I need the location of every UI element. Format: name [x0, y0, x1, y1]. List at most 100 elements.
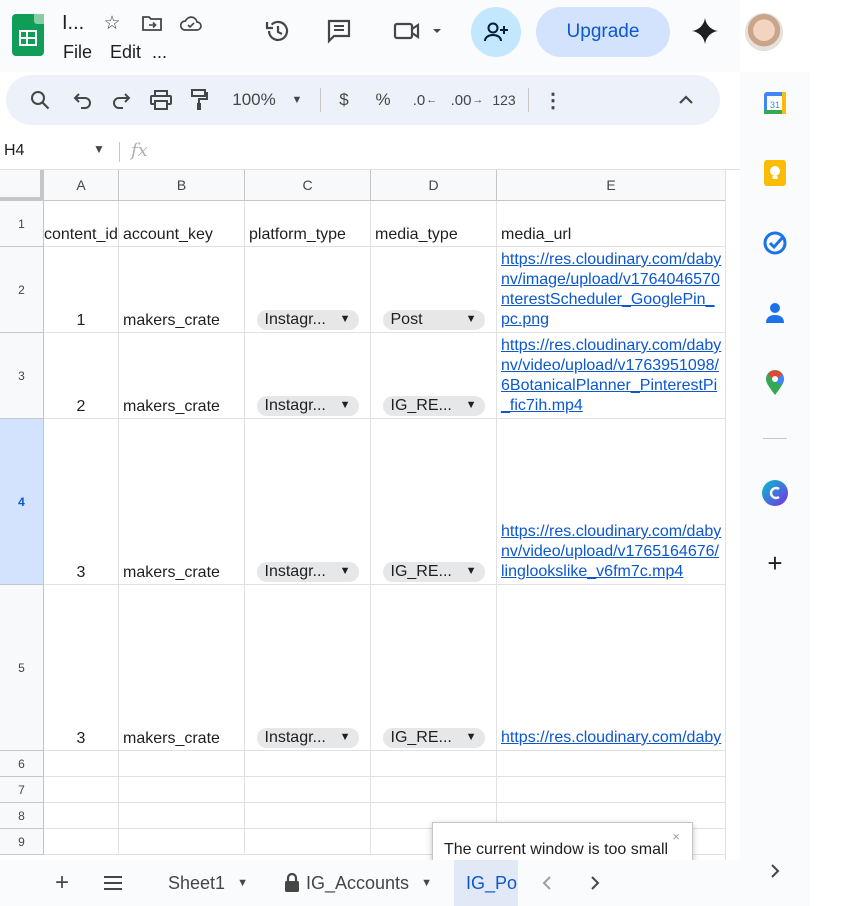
table-cell[interactable]: makers_crate: [119, 419, 245, 585]
get-add-ons-plus-icon[interactable]: +: [762, 548, 788, 578]
row-header-5[interactable]: 5: [0, 585, 44, 751]
table-cell[interactable]: IG_RE... ▼: [371, 333, 497, 419]
row-header-6[interactable]: 6: [0, 751, 44, 777]
tasks-icon[interactable]: [762, 230, 788, 256]
table-cell[interactable]: 3: [44, 585, 119, 751]
platform-dropdown-chip[interactable]: Instagr... ▼: [256, 728, 359, 748]
row-header-4[interactable]: 4: [0, 419, 44, 585]
table-cell[interactable]: https://res.cloudinary.com/daby nv/video…: [497, 419, 726, 585]
table-cell[interactable]: [245, 751, 371, 777]
print-icon[interactable]: [147, 75, 175, 125]
tab-ig-posts[interactable]: IG_Po: [454, 860, 518, 906]
table-cell[interactable]: IG_RE... ▼: [371, 585, 497, 751]
calendar-icon[interactable]: 31: [762, 90, 788, 116]
comments-icon[interactable]: [324, 14, 354, 48]
table-cell[interactable]: Instagr... ▼: [245, 333, 371, 419]
media-type-dropdown-chip[interactable]: Post ▼: [382, 310, 485, 330]
name-box[interactable]: H4: [4, 142, 24, 160]
table-cell[interactable]: [497, 777, 726, 803]
menu-file[interactable]: File: [63, 42, 92, 63]
column-header-c[interactable]: C: [245, 170, 371, 201]
spreadsheet-grid[interactable]: A B C D E 1 2 3 4 5 6 7 8 9 content_id a…: [0, 170, 740, 860]
cloud-saved-icon[interactable]: [180, 12, 202, 34]
paint-format-icon[interactable]: [186, 75, 212, 125]
table-cell[interactable]: makers_crate: [119, 585, 245, 751]
zoom-chevron-down-icon[interactable]: ▼: [289, 75, 305, 125]
scroll-tabs-right-icon[interactable]: [584, 860, 606, 906]
table-cell[interactable]: [44, 803, 119, 829]
table-cell[interactable]: makers_crate: [119, 333, 245, 419]
table-cell[interactable]: [119, 751, 245, 777]
table-cell[interactable]: https://res.cloudinary.com/daby nv/video…: [497, 333, 726, 419]
version-history-icon[interactable]: [263, 14, 293, 48]
column-header-d[interactable]: D: [371, 170, 497, 201]
table-cell[interactable]: https://res.cloudinary.com/daby: [497, 585, 726, 751]
table-cell[interactable]: [245, 829, 371, 855]
menu-edit[interactable]: Edit: [110, 42, 141, 63]
column-header-b[interactable]: B: [119, 170, 245, 201]
tab-ig-accounts[interactable]: IG_Accounts ▼: [272, 860, 444, 906]
table-cell[interactable]: 1: [44, 247, 119, 333]
zoom-select[interactable]: 100%: [228, 75, 280, 125]
media-type-dropdown-chip[interactable]: IG_RE... ▼: [382, 728, 485, 748]
table-cell[interactable]: [371, 777, 497, 803]
media-type-dropdown-chip[interactable]: IG_RE... ▼: [382, 562, 485, 582]
media-url-link[interactable]: _fic7ih.mp4: [501, 396, 721, 416]
platform-dropdown-chip[interactable]: Instagr... ▼: [256, 310, 359, 330]
table-cell[interactable]: [245, 777, 371, 803]
platform-dropdown-chip[interactable]: Instagr... ▼: [256, 562, 359, 582]
more-formats-button[interactable]: 123: [488, 75, 520, 125]
star-icon[interactable]: ☆: [101, 12, 123, 34]
select-all-corner[interactable]: [0, 170, 44, 201]
table-cell[interactable]: Instagr... ▼: [245, 247, 371, 333]
format-currency-button[interactable]: $: [334, 75, 354, 125]
name-box-dropdown-icon[interactable]: ▼: [93, 142, 105, 156]
column-header-a[interactable]: A: [44, 170, 119, 201]
collapse-toolbar-chevron-up-icon[interactable]: [674, 75, 698, 125]
media-url-link[interactable]: pc.png: [501, 310, 721, 330]
increase-decimal-button[interactable]: .00 →: [450, 75, 484, 125]
row-header-7[interactable]: 7: [0, 777, 44, 803]
table-cell[interactable]: IG_RE... ▼: [371, 419, 497, 585]
table-cell[interactable]: [371, 751, 497, 777]
account-avatar[interactable]: [745, 13, 783, 51]
row-header-3[interactable]: 3: [0, 333, 44, 419]
media-url-link[interactable]: https://res.cloudinary.com/daby: [501, 728, 721, 748]
media-url-link[interactable]: nv/video/upload/v1765164676/: [501, 542, 721, 562]
redo-icon[interactable]: [108, 75, 134, 125]
table-cell[interactable]: [44, 829, 119, 855]
table-cell[interactable]: Instagr... ▼: [245, 585, 371, 751]
tab-sheet1[interactable]: Sheet1 ▼: [156, 860, 260, 906]
decrease-decimal-button[interactable]: .0 ←: [408, 75, 442, 125]
table-header-cell[interactable]: platform_type: [245, 201, 371, 247]
table-cell[interactable]: Instagr... ▼: [245, 419, 371, 585]
expand-side-panel-chevron-icon[interactable]: [762, 858, 788, 884]
row-header-9[interactable]: 9: [0, 829, 44, 855]
table-cell[interactable]: [44, 751, 119, 777]
canva-icon[interactable]: [762, 480, 788, 506]
meet-video-icon[interactable]: [390, 14, 446, 48]
media-url-link[interactable]: linglookslike_v6fm7c.mp4: [501, 562, 721, 582]
move-to-folder-icon[interactable]: [141, 12, 163, 34]
table-cell[interactable]: [119, 803, 245, 829]
share-add-person-button[interactable]: [471, 7, 521, 57]
column-header-e[interactable]: E: [497, 170, 726, 201]
document-title[interactable]: I...: [62, 12, 84, 35]
media-url-link[interactable]: https://res.cloudinary.com/daby: [501, 250, 721, 270]
undo-icon[interactable]: [70, 75, 96, 125]
contacts-icon[interactable]: [762, 300, 788, 326]
all-sheets-menu-icon[interactable]: [100, 860, 126, 906]
table-cell[interactable]: 2: [44, 333, 119, 419]
table-cell[interactable]: makers_crate: [119, 247, 245, 333]
row-header-8[interactable]: 8: [0, 803, 44, 829]
menu-more[interactable]: ...: [152, 42, 167, 63]
table-cell[interactable]: https://res.cloudinary.com/daby nv/image…: [497, 247, 726, 333]
maps-icon[interactable]: [762, 370, 788, 396]
table-cell[interactable]: Post ▼: [371, 247, 497, 333]
table-header-cell[interactable]: media_url: [497, 201, 726, 247]
table-header-cell[interactable]: account_key: [119, 201, 245, 247]
media-type-dropdown-chip[interactable]: IG_RE... ▼: [382, 396, 485, 416]
media-url-link[interactable]: https://res.cloudinary.com/daby: [501, 522, 721, 542]
media-url-link[interactable]: https://res.cloudinary.com/daby: [501, 336, 721, 356]
media-url-link[interactable]: nterestScheduler_GooglePin_: [501, 290, 721, 310]
